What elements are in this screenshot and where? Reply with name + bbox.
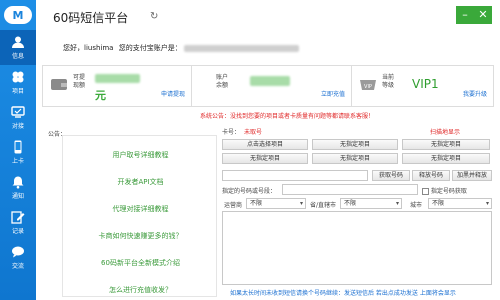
window-controls: – ✕ bbox=[456, 6, 492, 24]
project-select-4[interactable]: 无指定项目 bbox=[222, 153, 308, 164]
refresh-icon[interactable]: ↻ bbox=[150, 11, 158, 22]
chevron-down-icon: ▾ bbox=[485, 200, 489, 207]
hint-text: 如果太长时间未收到短信请换个号码继续：发送短信后 若出点成功发送 上面将会显示 bbox=[230, 290, 456, 297]
sidebar-item-label: 对接 bbox=[11, 123, 24, 130]
redacted-balance bbox=[250, 76, 290, 86]
greeting: 您好，liushima 您的支付宝账户是： bbox=[63, 43, 299, 53]
specify-checkbox[interactable] bbox=[422, 188, 429, 195]
greeting-prefix: 您好， bbox=[63, 44, 84, 52]
sidebar-item-label: 交流 bbox=[11, 263, 24, 270]
chevron-down-icon: ▾ bbox=[299, 200, 303, 207]
sidebar-item-label: 信息 bbox=[11, 53, 24, 60]
filter-city-label: 城市 bbox=[410, 202, 423, 209]
carrier-select[interactable]: 不限 ▾ bbox=[246, 198, 306, 209]
tutorial-link-new-mode[interactable]: 60码新平台全新模式介绍 bbox=[63, 258, 218, 268]
tutorial-link-user[interactable]: 用户取号详细教程 bbox=[63, 150, 218, 160]
blacklist-release-button[interactable]: 加黑并释放 bbox=[452, 170, 492, 181]
phone-number-display[interactable] bbox=[222, 170, 368, 181]
specify-number-label: 指定的号码或号段： bbox=[222, 188, 277, 195]
sidebar-item-chat[interactable]: 交流 bbox=[0, 240, 36, 275]
title-bar: 60码短信平台 ↻ – ✕ bbox=[36, 0, 500, 30]
sidebar-item-info[interactable]: 信息 bbox=[0, 30, 36, 65]
sidebar-item-projects[interactable]: 项目 bbox=[0, 65, 36, 100]
close-button[interactable]: ✕ bbox=[474, 6, 492, 24]
get-number-button[interactable]: 获取号码 bbox=[372, 170, 410, 181]
wallet-icon bbox=[51, 79, 67, 90]
tutorial-link-api[interactable]: 开发者API文档 bbox=[63, 177, 218, 187]
sidebar-item-label: 记录 bbox=[11, 228, 24, 235]
withdraw-label: 可提 现额 bbox=[73, 74, 86, 89]
app-title: 60码短信平台 bbox=[53, 11, 129, 25]
redacted-withdraw-amount bbox=[95, 74, 140, 83]
user-icon bbox=[12, 36, 24, 48]
sidebar-item-notify[interactable]: 通知 bbox=[0, 170, 36, 205]
sidebar-item-connect[interactable]: 对接 bbox=[0, 100, 36, 135]
filter-carrier-label: 运营商 bbox=[224, 202, 243, 209]
withdraw-link[interactable]: 申请提现 bbox=[161, 89, 185, 98]
phone-icon bbox=[14, 140, 22, 154]
app-logo: M bbox=[0, 0, 36, 30]
project-select-1[interactable]: 点击选择项目 bbox=[222, 139, 308, 150]
upgrade-link[interactable]: 我要升级 bbox=[463, 89, 487, 98]
vip-level: VIP1 bbox=[412, 77, 439, 91]
countdown-label: 扫描地显示 bbox=[430, 129, 461, 136]
sidebar-item-card[interactable]: 上卡 bbox=[0, 135, 36, 170]
vip-label: 当前 等级 bbox=[382, 74, 395, 89]
project-select-5[interactable]: 无指定项目 bbox=[312, 153, 398, 164]
redacted-account bbox=[183, 44, 299, 52]
sms-content-box[interactable] bbox=[222, 211, 492, 285]
vip-icon: VIP bbox=[360, 80, 376, 90]
sidebar-item-label: 上卡 bbox=[11, 158, 24, 165]
sidebar-item-records[interactable]: 记录 bbox=[0, 205, 36, 240]
withdraw-panel: 可提 现额 元 申请提现 bbox=[42, 65, 192, 107]
chevron-down-icon: ▾ bbox=[395, 200, 399, 207]
project-select-6[interactable]: 无指定项目 bbox=[402, 153, 490, 164]
project-select-3[interactable]: 无指定项目 bbox=[402, 139, 490, 150]
logo-mark: M bbox=[4, 6, 32, 24]
tutorial-link-card-dealer[interactable]: 卡商如何快速赚更多的钱？ bbox=[63, 231, 218, 241]
username: liushima bbox=[84, 44, 114, 52]
specify-checkbox-row: 指定号码获取 bbox=[422, 186, 467, 195]
minimize-button[interactable]: – bbox=[456, 6, 474, 24]
bell-icon bbox=[12, 176, 24, 189]
filter-province-label: 省/直辖市 bbox=[310, 202, 337, 209]
release-number-button[interactable]: 释放号码 bbox=[412, 170, 450, 181]
sidebar-item-label: 通知 bbox=[11, 193, 24, 200]
balance-label: 账户 余额 bbox=[216, 74, 229, 89]
tutorial-link-recharge[interactable]: 怎么进行充值收发？ bbox=[63, 285, 218, 295]
city-select[interactable]: 不限 ▾ bbox=[428, 198, 492, 209]
announcement-panel: 用户取号详细教程 开发者API文档 代理对接详细教程 卡商如何快速赚更多的钱？ … bbox=[62, 135, 217, 297]
specify-checkbox-label: 指定号码获取 bbox=[430, 188, 467, 195]
withdraw-unit: 元 bbox=[95, 89, 106, 102]
card-value: 未取号 bbox=[244, 129, 263, 136]
province-select[interactable]: 不限 ▾ bbox=[340, 198, 402, 209]
project-select-2[interactable]: 无指定项目 bbox=[312, 139, 398, 150]
balance-panel: 账户 余额 立即充值 bbox=[192, 65, 352, 107]
account-label: 您的支付宝账户是： bbox=[118, 44, 182, 52]
card-label: 卡号： bbox=[222, 129, 241, 136]
system-notice: 系统公告：没找到您要的项目或者卡质量有问题等都请联系客服！ bbox=[200, 113, 375, 120]
tutorial-link-agent[interactable]: 代理对接详细教程 bbox=[63, 204, 218, 214]
specify-number-input[interactable] bbox=[282, 184, 418, 195]
connect-icon bbox=[11, 106, 25, 118]
edit-icon bbox=[11, 211, 25, 224]
clover-icon bbox=[12, 71, 24, 83]
svg-text:VIP: VIP bbox=[364, 84, 372, 90]
sidebar: M 信息 项目 对接 上卡 通知 记录 交流 bbox=[0, 0, 36, 300]
sidebar-item-label: 项目 bbox=[11, 88, 24, 95]
chat-icon bbox=[12, 246, 24, 258]
recharge-link[interactable]: 立即充值 bbox=[321, 89, 345, 98]
